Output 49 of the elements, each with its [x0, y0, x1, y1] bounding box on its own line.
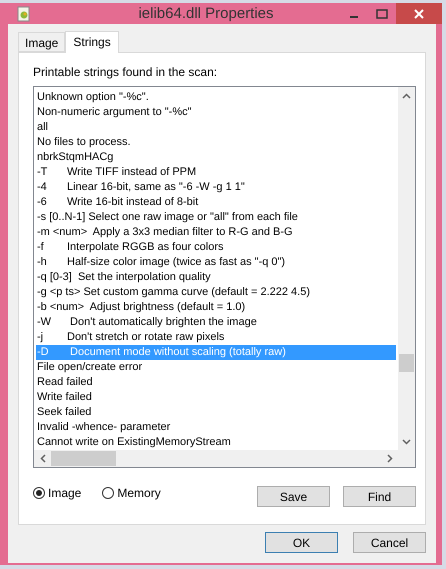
scroll-up-icon[interactable] [402, 92, 411, 98]
caption-label: Printable strings found in the scan: [33, 65, 218, 80]
list-item[interactable]: -q [0-3] Set the interpolation quality [36, 270, 396, 285]
panel-button[interactable]: Save [257, 486, 330, 507]
list-item[interactable]: -g <p ts> Set custom gamma curve (default = 2.222 4.5) [36, 285, 396, 300]
list-item[interactable]: Invalid -whence- parameter [36, 420, 396, 435]
list-item[interactable]: Unknown option "-%c". [36, 90, 396, 105]
list-item[interactable]: File open/create error [36, 360, 396, 375]
close-button[interactable] [396, 3, 442, 24]
list-item[interactable]: -s [0..N-1] Select one raw image or "all" from each file [36, 210, 396, 225]
radio-button[interactable] [102, 486, 114, 498]
close-icon [414, 8, 424, 18]
dialog-button[interactable]: OK [265, 532, 338, 553]
scroll-thumb[interactable] [51, 451, 116, 466]
radio-label[interactable]: Memory [117, 486, 161, 500]
vertical-scrollbar[interactable] [398, 87, 415, 450]
dialog-button[interactable]: Cancel [353, 532, 426, 553]
list-item[interactable]: -W Don't automatically brighten the image [36, 315, 396, 330]
scroll-left-icon[interactable] [40, 454, 46, 463]
list-item[interactable]: No files to process. [36, 135, 396, 150]
list-item[interactable]: Seek failed [36, 405, 396, 420]
list-item[interactable]: -j Don't stretch or rotate raw pixels [36, 330, 396, 345]
minimize-icon [350, 16, 358, 18]
list-item[interactable]: nbrkStqmHACg [36, 150, 396, 165]
horizontal-scrollbar[interactable] [34, 450, 398, 467]
tab[interactable]: Image [18, 32, 66, 52]
window-title: ielib64.dll Properties [137, 5, 275, 22]
panel-button[interactable]: Find [343, 486, 416, 507]
list-item[interactable]: Read failed [36, 375, 396, 390]
list-item[interactable]: -m <num> Apply a 3x3 median filter to R-G and B-G [36, 225, 396, 240]
tab[interactable]: Strings [65, 31, 119, 53]
scroll-down-icon[interactable] [402, 438, 411, 444]
scroll-thumb[interactable] [399, 354, 414, 372]
radio-label[interactable]: Image [48, 486, 82, 500]
list-item[interactable]: -6 Write 16-bit instead of 8-bit [36, 195, 396, 210]
list-item[interactable]: -4 Linear 16-bit, same as "-6 -W -g 1 1" [36, 180, 396, 195]
app-icon [16, 6, 32, 22]
scroll-right-icon[interactable] [386, 454, 392, 463]
list-item[interactable]: -h Half-size color image (twice as fast as "-q 0") [36, 255, 396, 270]
list-item[interactable]: Write failed [36, 390, 396, 405]
list-item[interactable]: -b <num> Adjust brightness (default = 1.0) [36, 300, 396, 315]
radio-button[interactable] [33, 486, 45, 498]
list-item[interactable]: Non-numeric argument to "-%c" [36, 105, 396, 120]
list-item[interactable]: Cannot write on ExistingMemoryStream [36, 435, 396, 450]
maximize-icon [376, 8, 388, 18]
list-item[interactable]: all [36, 120, 396, 135]
list-item[interactable]: -T Write TIFF instead of PPM [36, 165, 396, 180]
strings-list[interactable] [33, 86, 416, 468]
list-item[interactable]: -f Interpolate RGGB as four colors [36, 240, 396, 255]
